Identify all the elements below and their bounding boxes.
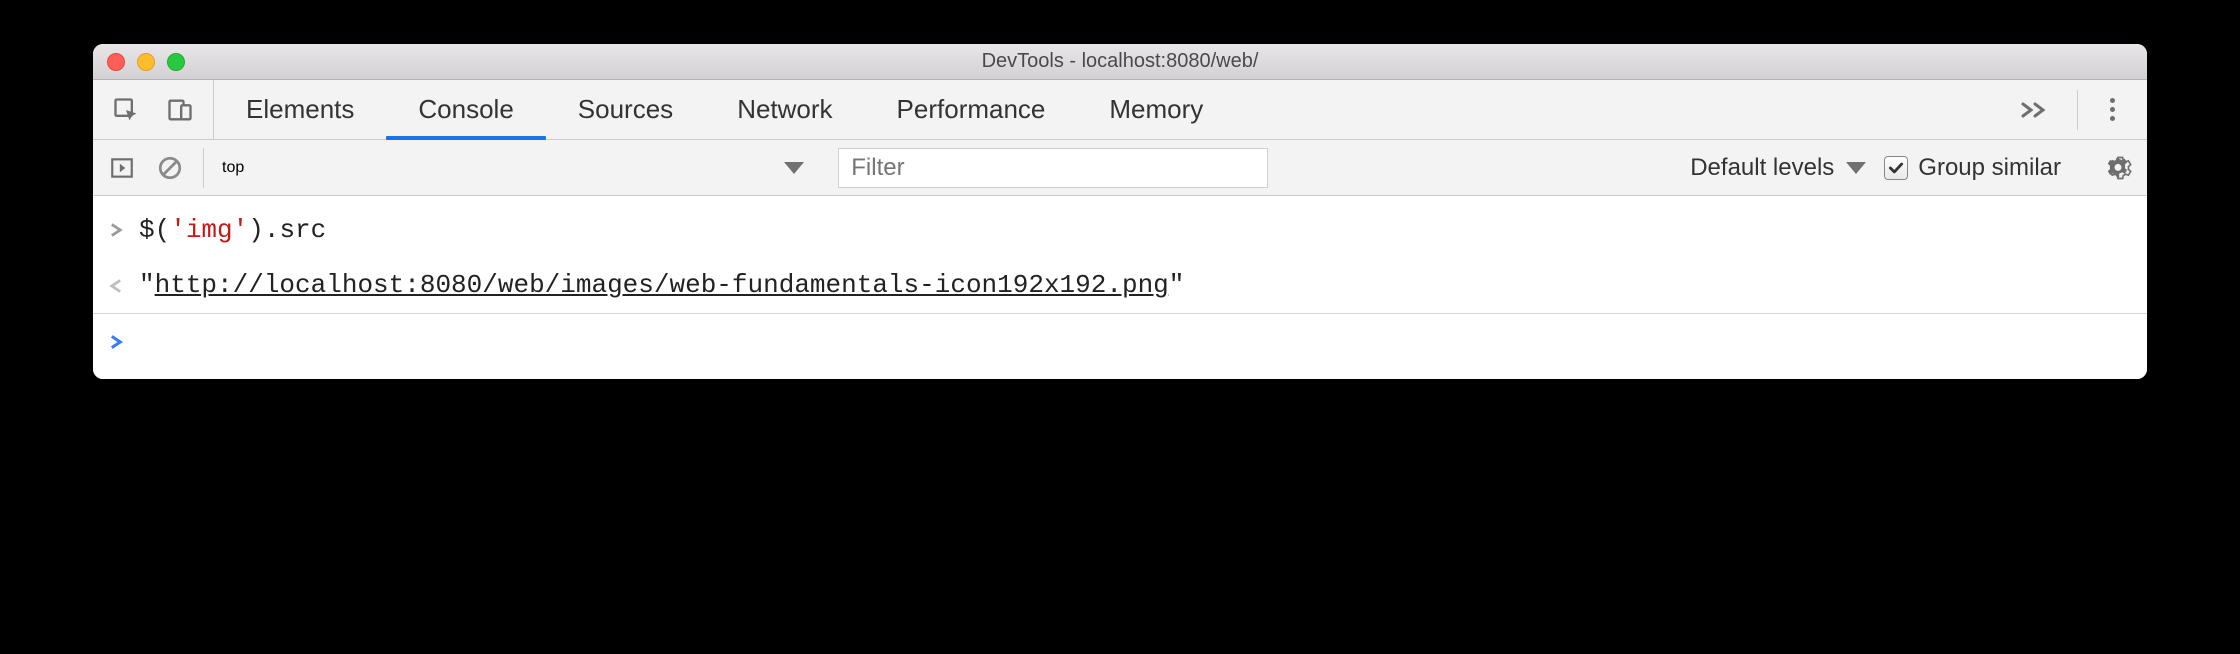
tab-label: Console <box>418 94 513 125</box>
traffic-lights <box>93 53 185 71</box>
console-toolbar: top Default levels Group similar <box>93 140 2147 196</box>
tabs-list: Elements Console Sources Network Perform… <box>214 80 1235 139</box>
levels-label: Default levels <box>1690 154 1834 182</box>
input-chevron-icon <box>109 204 139 253</box>
device-toolbar-icon[interactable] <box>165 95 195 125</box>
toggle-sidebar-icon[interactable] <box>107 153 137 183</box>
tabs-left-icons <box>93 80 214 139</box>
tab-elements[interactable]: Elements <box>214 80 386 139</box>
console-output-line: "http://localhost:8080/web/images/web-fu… <box>93 257 2147 312</box>
console-output: $('img').src "http://localhost:8080/web/… <box>93 196 2147 379</box>
checkbox-icon <box>1884 156 1908 180</box>
tab-label: Elements <box>246 94 354 125</box>
devtools-window: DevTools - localhost:8080/web/ Elements … <box>93 44 2147 379</box>
chevron-down-icon <box>1846 162 1866 174</box>
prompt-chevron-icon <box>109 316 139 365</box>
divider <box>203 148 204 188</box>
tabs-overflow-button[interactable] <box>1999 100 2069 120</box>
window-title: DevTools - localhost:8080/web/ <box>93 50 2147 73</box>
tab-memory[interactable]: Memory <box>1077 80 1235 139</box>
tab-label: Performance <box>897 94 1046 125</box>
filter-input[interactable] <box>838 148 1268 188</box>
context-selector-label: top <box>222 159 244 177</box>
close-window-button[interactable] <box>107 53 125 71</box>
settings-gear-icon[interactable] <box>2103 153 2133 183</box>
tab-console[interactable]: Console <box>386 80 545 139</box>
tab-label: Sources <box>578 94 673 125</box>
titlebar: DevTools - localhost:8080/web/ <box>93 44 2147 80</box>
minimize-window-button[interactable] <box>137 53 155 71</box>
output-chevron-icon <box>109 259 139 308</box>
maximize-window-button[interactable] <box>167 53 185 71</box>
inspect-element-icon[interactable] <box>111 95 141 125</box>
context-selector[interactable]: top <box>222 159 820 177</box>
tabs-row: Elements Console Sources Network Perform… <box>93 80 2147 140</box>
kebab-menu-icon[interactable] <box>2086 98 2139 121</box>
console-prompt-input[interactable] <box>139 318 155 367</box>
chevron-down-icon <box>784 162 804 174</box>
console-input-code: $('img').src <box>139 206 326 255</box>
divider <box>2077 90 2078 130</box>
tab-sources[interactable]: Sources <box>546 80 705 139</box>
group-similar-toggle[interactable]: Group similar <box>1884 154 2061 182</box>
tab-performance[interactable]: Performance <box>865 80 1078 139</box>
group-similar-label: Group similar <box>1918 154 2061 182</box>
console-input-line: $('img').src <box>93 202 2147 257</box>
log-levels-selector[interactable]: Default levels <box>1690 154 1866 182</box>
clear-console-icon[interactable] <box>155 153 185 183</box>
console-output-value: "http://localhost:8080/web/images/web-fu… <box>139 261 1184 310</box>
tab-label: Network <box>737 94 832 125</box>
tab-label: Memory <box>1109 94 1203 125</box>
console-prompt-line[interactable] <box>93 314 2147 369</box>
tabs-right <box>1991 80 2147 139</box>
tab-network[interactable]: Network <box>705 80 864 139</box>
